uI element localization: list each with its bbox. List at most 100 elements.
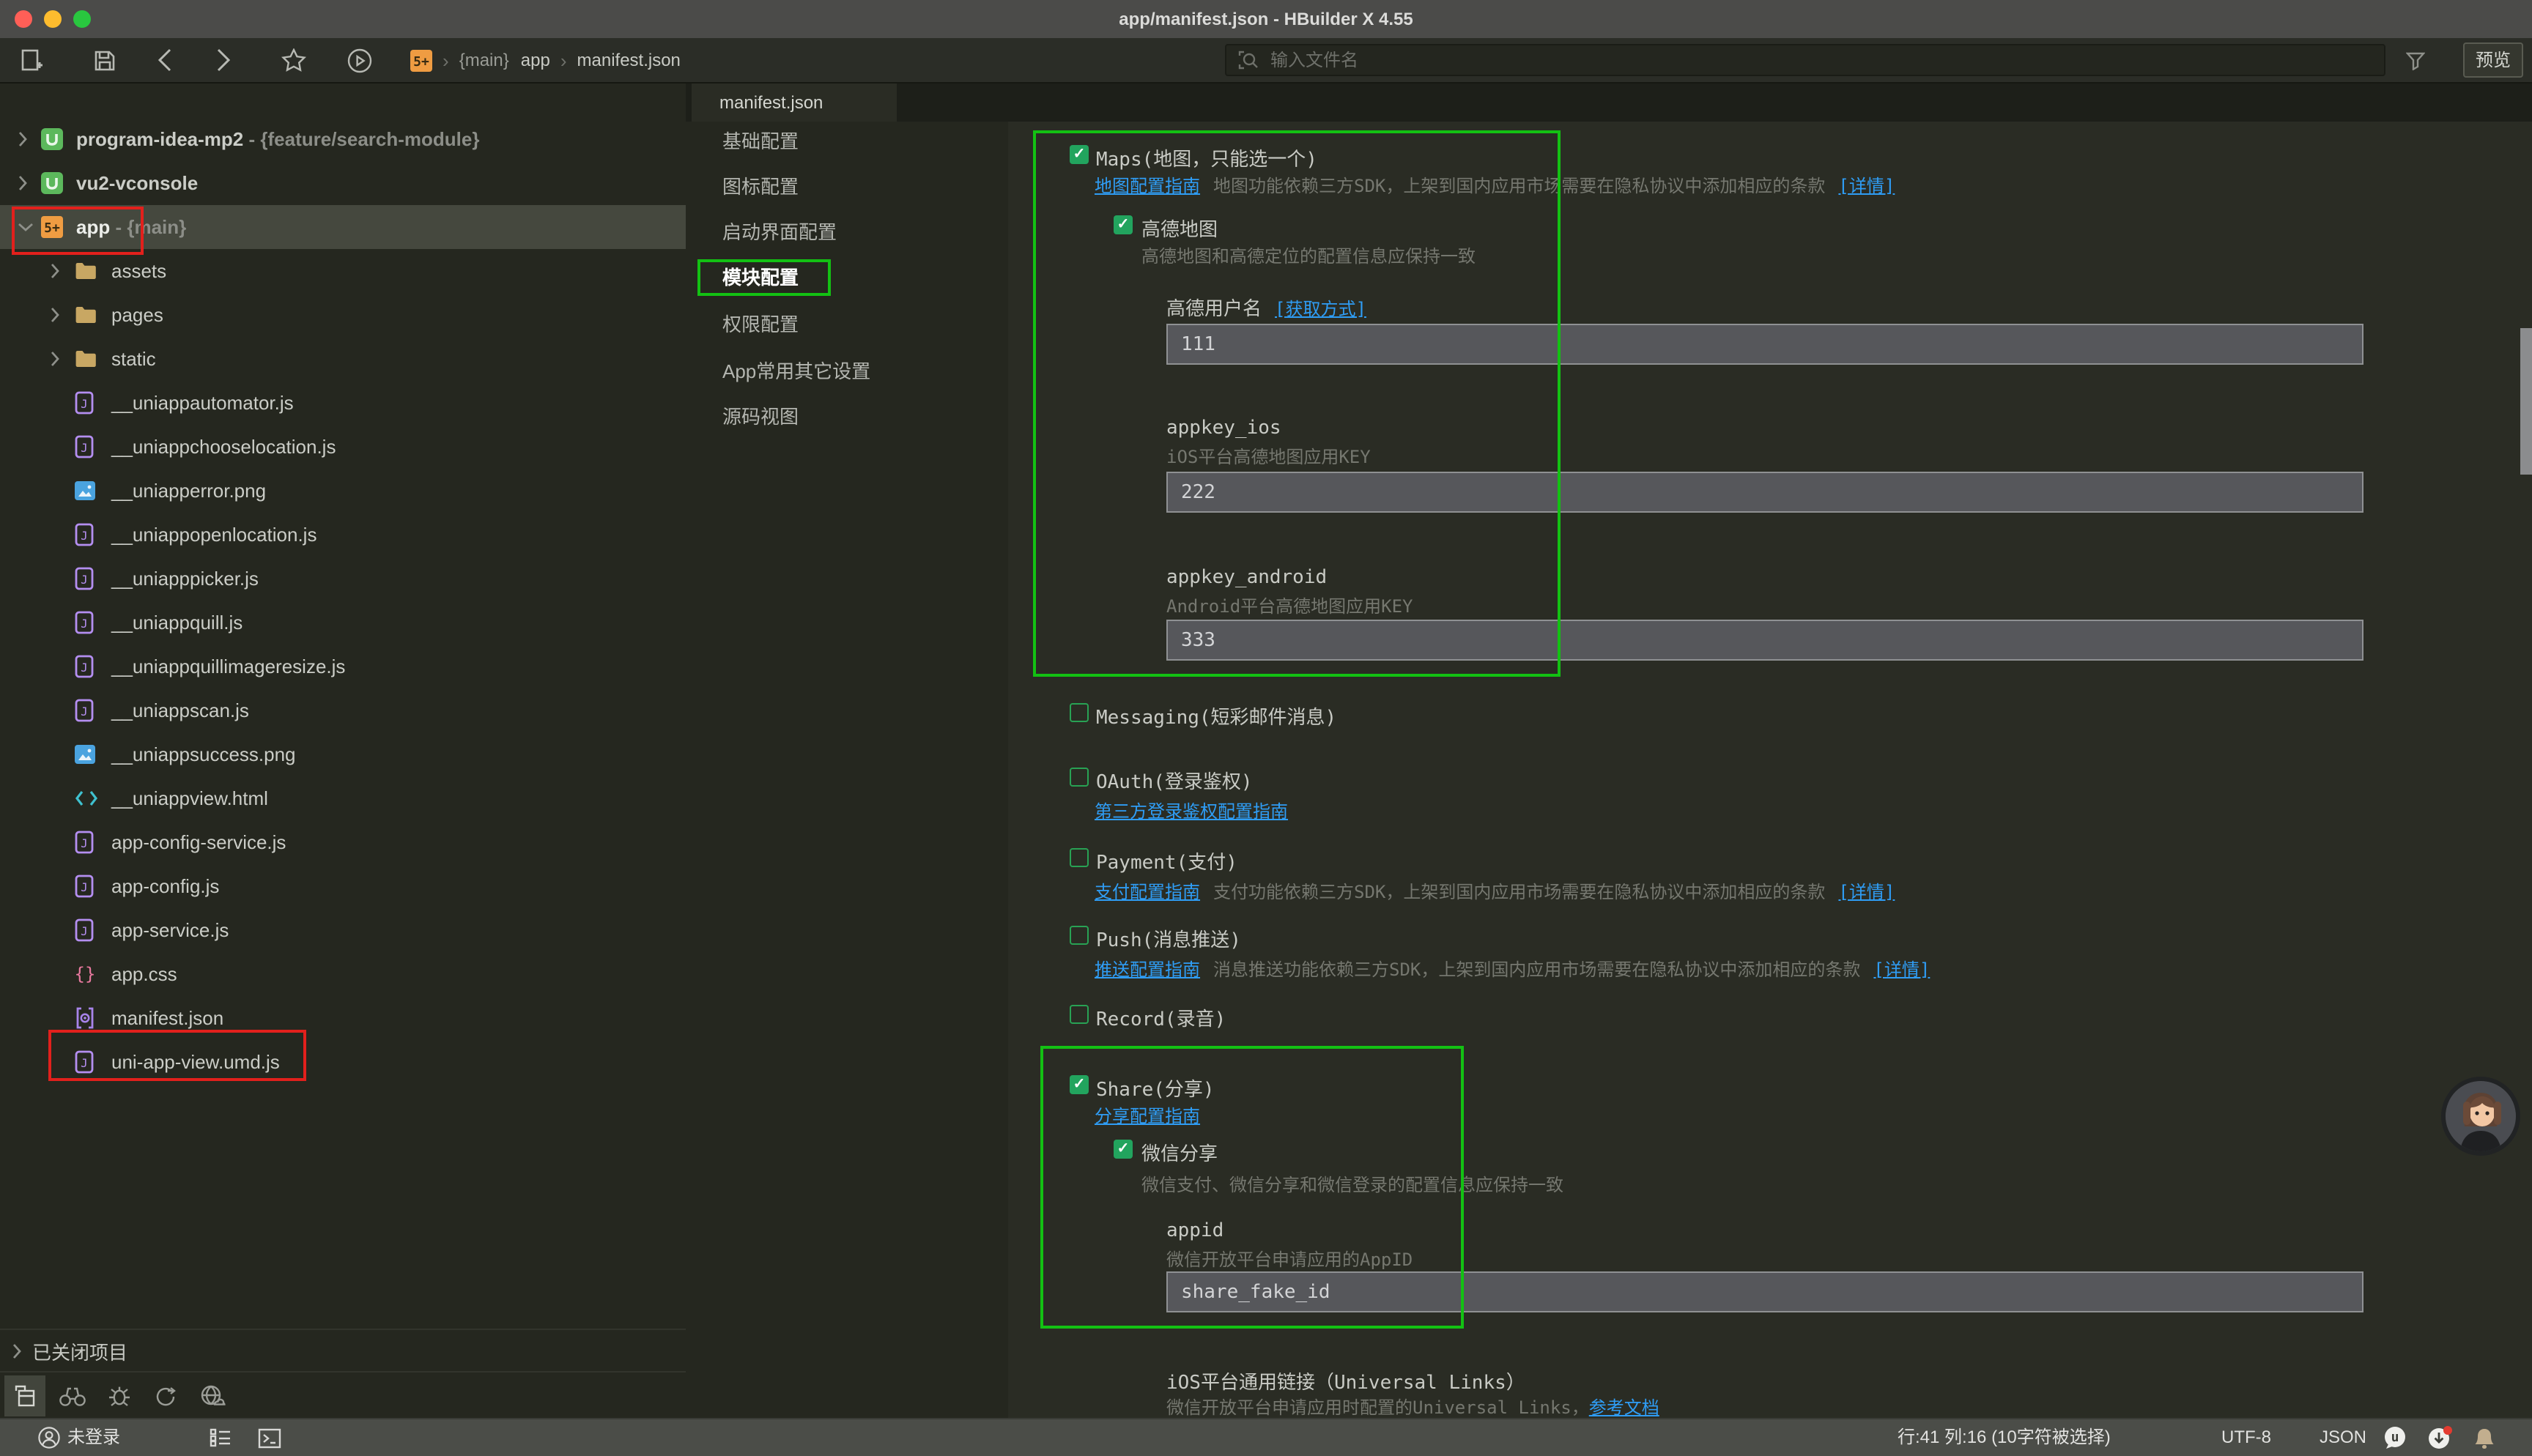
assistant-avatar[interactable]	[2441, 1077, 2520, 1156]
tree-item-__uniappquill.js[interactable]: J__uniappquill.js	[0, 601, 686, 645]
config-menu-权限配置[interactable]: 权限配置	[722, 311, 799, 340]
hbuilder-bubble-icon[interactable]: u	[2383, 1419, 2407, 1456]
config-guide-link[interactable]: 地图配置指南	[1095, 173, 1200, 198]
detail-link[interactable]: [详情]	[1838, 173, 1895, 198]
checkbox-unchecked[interactable]	[1070, 1005, 1089, 1024]
config-menu-图标配置[interactable]: 图标配置	[722, 173, 799, 202]
chevron-right-icon[interactable]	[50, 263, 60, 279]
scrollbar-thumb[interactable]	[2520, 328, 2532, 475]
config-menu-App常用其它设置[interactable]: App常用其它设置	[722, 357, 870, 387]
checkbox-checked[interactable]: ✓	[1070, 145, 1089, 164]
checkbox-unchecked[interactable]	[1070, 703, 1089, 722]
breadcrumb-project[interactable]: app	[521, 50, 550, 70]
config-menu-源码视图[interactable]: 源码视图	[722, 403, 799, 432]
star-icon[interactable]	[273, 38, 314, 82]
config-menu-基础配置[interactable]: 基础配置	[722, 127, 799, 157]
sync-export-icon[interactable]	[145, 1375, 186, 1416]
config-menu-启动界面配置[interactable]: 启动界面配置	[722, 218, 837, 248]
breadcrumb-branch[interactable]: {main}	[459, 50, 509, 70]
tree-item-label: app.css	[111, 963, 177, 985]
detail-link[interactable]: [详情]	[1873, 957, 1930, 981]
chevron-right-icon[interactable]	[18, 131, 28, 147]
breadcrumb-file[interactable]: manifest.json	[577, 50, 681, 70]
debug-bug-icon[interactable]	[98, 1375, 139, 1416]
update-download-icon[interactable]	[2426, 1419, 2453, 1456]
config-input[interactable]	[1166, 1271, 2363, 1312]
tree-item-vu2-vconsole[interactable]: vu2-vconsole	[0, 161, 686, 205]
status-bar: 未登录 行:41 列:16 (10字符被选择) UTF-8 JSON u	[0, 1418, 2532, 1456]
login-status[interactable]: 未登录	[67, 1419, 120, 1456]
tree-item-program-idea-mp2[interactable]: program-idea-mp2 - {feature/search-modul…	[0, 117, 686, 161]
module-note: 支付功能依赖三方SDK，上架到国内应用市场需要在隐私协议中添加相应的条款	[1213, 879, 1825, 904]
chevron-right-icon[interactable]	[50, 307, 60, 323]
tree-item-__uniappview.html[interactable]: __uniappview.html	[0, 776, 686, 820]
tree-item-manifest.json[interactable]: manifest.json	[0, 996, 686, 1040]
web-globe-icon[interactable]	[192, 1375, 233, 1416]
checkbox-unchecked[interactable]	[1070, 768, 1089, 787]
save-icon[interactable]	[84, 38, 125, 82]
tree-item-static[interactable]: static	[0, 337, 686, 381]
terminal-icon[interactable]	[258, 1419, 281, 1456]
tree-item-pages[interactable]: pages	[0, 293, 686, 337]
filetype-indicator[interactable]: JSON	[2320, 1419, 2366, 1456]
tree-item-app-config.js[interactable]: Japp-config.js	[0, 864, 686, 908]
back-icon[interactable]	[144, 38, 185, 82]
tree-item-app-service.js[interactable]: Japp-service.js	[0, 908, 686, 952]
tree-item-assets[interactable]: assets	[0, 249, 686, 293]
tree-item-__uniappscan.js[interactable]: J__uniappscan.js	[0, 688, 686, 732]
field-description: 微信开放平台申请应用的AppID	[1166, 1247, 1413, 1271]
svg-text:5+: 5+	[44, 220, 60, 236]
chevron-right-icon	[12, 1342, 22, 1359]
detail-link[interactable]: [详情]	[1838, 879, 1895, 904]
files-explorer-icon[interactable]	[4, 1375, 45, 1416]
file-search-box[interactable]	[1225, 44, 2385, 76]
encoding-indicator[interactable]: UTF-8	[2221, 1419, 2271, 1456]
checkbox-unchecked[interactable]	[1070, 926, 1089, 945]
js-file-icon: J	[75, 1050, 94, 1074]
reference-doc-link[interactable]: 参考文档	[1589, 1394, 1659, 1418]
chevron-right-icon[interactable]	[18, 175, 28, 191]
tree-item-label: app-config.js	[111, 875, 219, 897]
checkbox-checked[interactable]: ✓	[1114, 215, 1133, 234]
file-search-input[interactable]	[1267, 48, 2384, 72]
tab-manifest-json[interactable]: manifest.json	[692, 83, 897, 122]
config-menu-模块配置[interactable]: 模块配置	[722, 264, 799, 293]
config-guide-link[interactable]: 第三方登录鉴权配置指南	[1095, 798, 1288, 823]
cursor-position[interactable]: 行:41 列:16 (10字符被选择)	[1898, 1419, 2111, 1456]
tree-item-__uniappquillimageresize.js[interactable]: J__uniappquillimageresize.js	[0, 645, 686, 688]
run-icon[interactable]	[338, 38, 380, 82]
config-input[interactable]	[1166, 620, 2363, 661]
checkbox-checked[interactable]: ✓	[1070, 1075, 1089, 1094]
search-binoculars-icon[interactable]	[51, 1375, 92, 1416]
config-guide-link[interactable]: 推送配置指南	[1095, 957, 1200, 981]
tree-item-app[interactable]: 5+app - {main}	[0, 205, 686, 249]
tree-item-app.css[interactable]: {}app.css	[0, 952, 686, 996]
svg-text:J: J	[81, 617, 88, 631]
5plus-app-project-icon: 5+	[41, 216, 63, 238]
closed-projects-row[interactable]: 已关闭项目	[0, 1330, 686, 1371]
tree-item-__uniapperror.png[interactable]: __uniapperror.png	[0, 469, 686, 513]
tree-item-__uniappchooselocation.js[interactable]: J__uniappchooselocation.js	[0, 425, 686, 469]
config-input[interactable]	[1166, 324, 2363, 365]
chevron-down-icon[interactable]	[18, 222, 34, 232]
config-guide-link[interactable]: 支付配置指南	[1095, 879, 1200, 904]
preview-button[interactable]: 预览	[2463, 42, 2523, 78]
user-icon[interactable]	[38, 1419, 60, 1456]
config-input[interactable]	[1166, 472, 2363, 513]
forward-icon[interactable]	[202, 38, 243, 82]
task-list-icon[interactable]	[210, 1419, 232, 1456]
tree-item-uni-app-view.umd.js[interactable]: Juni-app-view.umd.js	[0, 1040, 686, 1084]
checkbox-unchecked[interactable]	[1070, 848, 1089, 867]
tree-item-__uniappautomator.js[interactable]: J__uniappautomator.js	[0, 381, 686, 425]
tree-item-__uniappsuccess.png[interactable]: __uniappsuccess.png	[0, 732, 686, 776]
tree-item-app-config-service.js[interactable]: Japp-config-service.js	[0, 820, 686, 864]
notification-bell-icon[interactable]	[2473, 1419, 2495, 1456]
config-guide-link[interactable]: 分享配置指南	[1095, 1103, 1200, 1128]
chevron-right-icon[interactable]	[50, 351, 60, 367]
checkbox-checked[interactable]: ✓	[1114, 1140, 1133, 1159]
howto-link[interactable]: [获取方式]	[1275, 296, 1366, 321]
filter-funnel-icon[interactable]	[2394, 38, 2435, 82]
tree-item-__uniappopenlocation.js[interactable]: J__uniappopenlocation.js	[0, 513, 686, 557]
new-file-icon[interactable]	[12, 38, 53, 82]
tree-item-__uniapppicker.js[interactable]: J__uniapppicker.js	[0, 557, 686, 601]
